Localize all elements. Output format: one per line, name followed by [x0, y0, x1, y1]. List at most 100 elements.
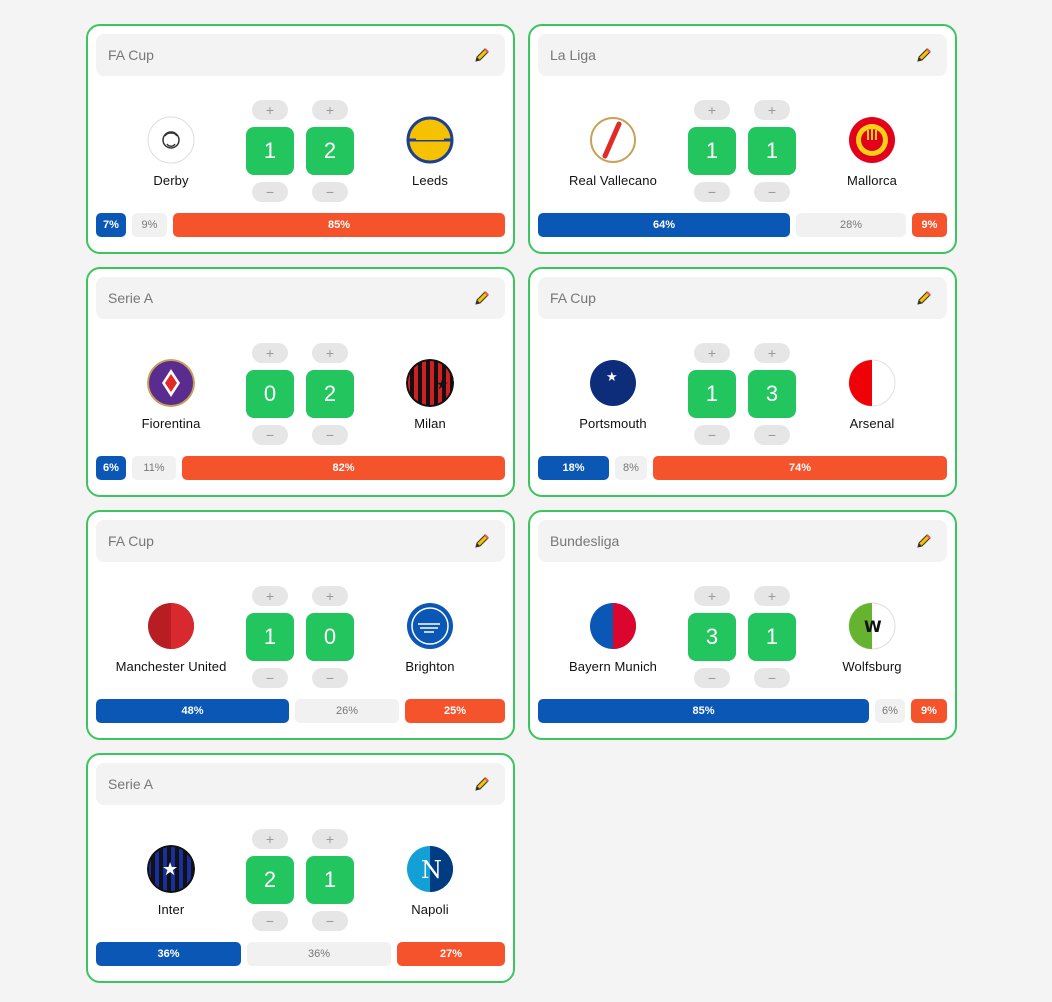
- home-score-increment-button[interactable]: +: [252, 586, 288, 606]
- inter-star-stripes-logo-icon: ★: [147, 845, 195, 893]
- away-score-stepper: +1 −: [748, 100, 796, 202]
- away-win-probability: 9%: [912, 213, 947, 237]
- home-score: 0: [246, 370, 294, 418]
- away-team-name: Brighton: [405, 659, 455, 674]
- derby-ram-logo-icon: [147, 116, 195, 164]
- away-score-decrement-button[interactable]: −: [754, 425, 790, 445]
- leeds-logo-icon: [406, 116, 454, 164]
- match-row: ★ Inter N Napoli +2− +1−: [96, 805, 505, 942]
- home-score: 2: [246, 856, 294, 904]
- match-card: Serie A ★ Inter N Napoli +2− +1−36% 36% 27%: [86, 753, 515, 983]
- away-score-increment-button[interactable]: +: [312, 829, 348, 849]
- away-team: Leeds: [355, 116, 505, 188]
- fiorentina-lily-logo-icon: [147, 359, 195, 407]
- away-score: 2: [306, 127, 354, 175]
- draw-win-probability: 8%: [615, 456, 647, 480]
- svg-text:★: ★: [606, 370, 618, 385]
- away-team-name: Leeds: [412, 173, 448, 188]
- home-score-decrement-button[interactable]: −: [252, 425, 288, 445]
- home-score-increment-button[interactable]: +: [252, 829, 288, 849]
- league-header: FA Cup: [96, 520, 505, 562]
- pencil-icon[interactable]: [913, 287, 935, 309]
- probability-bar: 64% 28% 9%: [538, 213, 947, 237]
- league-name: FA Cup: [108, 47, 154, 63]
- home-team-name: Inter: [157, 902, 185, 917]
- league-header: FA Cup: [538, 277, 947, 319]
- away-score-increment-button[interactable]: +: [754, 343, 790, 363]
- home-win-probability: 64%: [538, 213, 790, 237]
- away-score-stepper: +1 −: [748, 586, 796, 688]
- vallecano-sash-logo-icon: [589, 116, 637, 164]
- pencil-icon[interactable]: [471, 773, 493, 795]
- draw-win-probability: 11%: [132, 456, 176, 480]
- pencil-icon[interactable]: [471, 530, 493, 552]
- away-score-decrement-button[interactable]: −: [312, 425, 348, 445]
- away-score-decrement-button[interactable]: −: [312, 182, 348, 202]
- home-score-increment-button[interactable]: +: [694, 586, 730, 606]
- away-win-probability: 85%: [173, 213, 505, 237]
- away-score-increment-button[interactable]: +: [754, 586, 790, 606]
- home-team-name: Bayern Munich: [568, 659, 657, 674]
- probability-bar: 18% 8% 74%: [538, 456, 947, 480]
- home-win-probability: 7%: [96, 213, 126, 237]
- away-score-decrement-button[interactable]: −: [754, 668, 790, 688]
- league-name: FA Cup: [108, 533, 154, 549]
- away-win-probability: 27%: [397, 942, 505, 966]
- away-score-decrement-button[interactable]: −: [312, 668, 348, 688]
- top-filter-strip: [0, 0, 1052, 2]
- away-team-name: Napoli: [411, 902, 449, 917]
- home-score-stepper: +0 −: [246, 343, 294, 445]
- away-score-increment-button[interactable]: +: [312, 343, 348, 363]
- home-score-decrement-button[interactable]: −: [252, 668, 288, 688]
- away-score: 1: [748, 613, 796, 661]
- match-row: Derby Leeds +1− +2−: [96, 76, 505, 213]
- draw-win-probability: 28%: [796, 213, 906, 237]
- probability-bar: 85% 6% 9%: [538, 699, 947, 723]
- away-score-stepper: +3 −: [748, 343, 796, 445]
- pencil-icon[interactable]: [913, 530, 935, 552]
- home-score-stepper: +1 −: [246, 100, 294, 202]
- home-score: 1: [688, 370, 736, 418]
- league-header: Serie A: [96, 277, 505, 319]
- manutd-red-logo-icon: [147, 602, 195, 650]
- probability-bar: 6% 11% 82%: [96, 456, 505, 480]
- pencil-icon[interactable]: [471, 287, 493, 309]
- away-score-increment-button[interactable]: +: [312, 586, 348, 606]
- away-score-decrement-button[interactable]: −: [754, 182, 790, 202]
- away-score-stepper: +2 −: [306, 100, 354, 202]
- away-score-decrement-button[interactable]: −: [312, 911, 348, 931]
- away-score-increment-button[interactable]: +: [754, 100, 790, 120]
- home-score-increment-button[interactable]: +: [252, 100, 288, 120]
- home-score-decrement-button[interactable]: −: [694, 668, 730, 688]
- home-score-decrement-button[interactable]: −: [252, 911, 288, 931]
- home-score-increment-button[interactable]: +: [694, 343, 730, 363]
- away-team-name: Arsenal: [849, 416, 895, 431]
- home-win-probability: 6%: [96, 456, 126, 480]
- away-score-increment-button[interactable]: +: [312, 100, 348, 120]
- away-score-stepper: +0 −: [306, 586, 354, 688]
- pencil-icon[interactable]: [471, 44, 493, 66]
- home-score-increment-button[interactable]: +: [694, 100, 730, 120]
- home-score-decrement-button[interactable]: −: [252, 182, 288, 202]
- home-team-name: Fiorentina: [141, 416, 201, 431]
- probability-bar: 36% 36% 27%: [96, 942, 505, 966]
- pencil-icon[interactable]: [913, 44, 935, 66]
- away-score: 3: [748, 370, 796, 418]
- home-score: 1: [246, 127, 294, 175]
- match-row: ★ Portsmouth Arsenal +1− +3−: [538, 319, 947, 456]
- home-win-probability: 48%: [96, 699, 289, 723]
- home-team-name: Manchester United: [115, 659, 227, 674]
- match-card: Bundesliga Bayern Munich W Wolfsburg +3− +1−8…: [528, 510, 957, 740]
- home-score-stepper: +1 −: [688, 343, 736, 445]
- home-score-increment-button[interactable]: +: [252, 343, 288, 363]
- home-score-decrement-button[interactable]: −: [694, 182, 730, 202]
- league-header: La Liga: [538, 34, 947, 76]
- probability-bar: 48% 26% 25%: [96, 699, 505, 723]
- napoli-n-logo-icon: N: [406, 845, 454, 893]
- home-score-decrement-button[interactable]: −: [694, 425, 730, 445]
- away-score: 1: [306, 856, 354, 904]
- brighton-logo-icon: [406, 602, 454, 650]
- match-card: FA Cup Manchester United Brighton +1− +0−48%…: [86, 510, 515, 740]
- home-team: Real Vallecano: [538, 116, 688, 188]
- milan-stripes-logo-icon: ★: [406, 359, 454, 407]
